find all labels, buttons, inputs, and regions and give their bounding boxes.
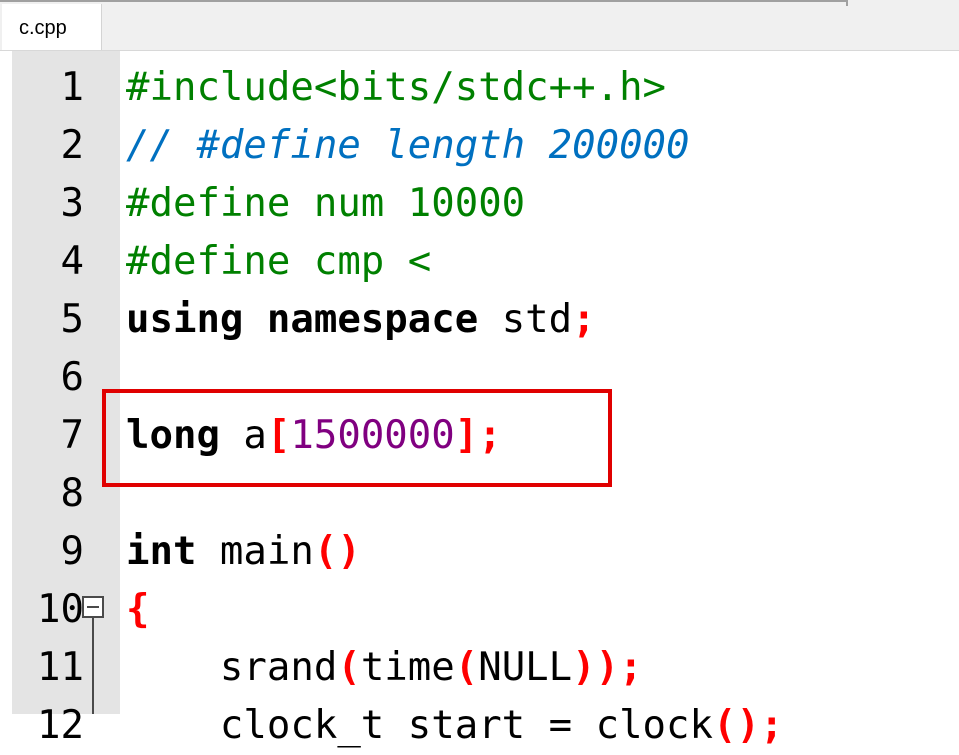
line-number: 12 — [37, 703, 84, 748]
code-token: clock_t start = clock — [126, 703, 713, 748]
code-token: ( — [454, 645, 479, 690]
code-token: NULL — [478, 645, 573, 690]
line-number: 7 — [60, 413, 84, 458]
code-line: { — [126, 581, 149, 639]
code-token: ; — [572, 297, 596, 342]
fold-range-line — [92, 618, 94, 714]
line-number: 6 — [60, 355, 84, 400]
line-number: 10 — [37, 587, 84, 632]
code-token: (); — [713, 703, 784, 748]
tab-c-cpp[interactable]: c.cpp — [2, 4, 102, 50]
line-number: 3 — [60, 181, 84, 226]
code-line: clock_t start = clock(); — [126, 697, 784, 755]
code-line: // #define length 200000 — [126, 117, 690, 175]
code-line: #define cmp < — [126, 233, 431, 291]
line-number: 5 — [60, 297, 84, 342]
code-token: using — [126, 297, 244, 342]
code-token: )); — [572, 645, 643, 690]
tab-label: c.cpp — [19, 17, 67, 39]
tab-bar-border-end — [846, 0, 848, 6]
code-line: srand(time(NULL)); — [126, 639, 643, 697]
code-line: #define num 10000 — [126, 175, 525, 233]
code-token: // #define length 200000 — [126, 123, 690, 168]
code-token: std — [478, 297, 573, 342]
code-line: using namespace std; — [126, 291, 596, 349]
code-token: ( — [337, 645, 361, 690]
code-token: time — [360, 645, 455, 690]
code-line: int main() — [126, 523, 361, 581]
fold-collapse-icon[interactable] — [82, 596, 104, 618]
line-number: 2 — [60, 123, 84, 168]
line-number: 9 — [60, 529, 84, 574]
code-token: #define num 10000 — [126, 181, 526, 226]
code-token: srand — [126, 645, 338, 690]
code-token: () — [313, 529, 361, 574]
tab-bar: c.cpp — [0, 0, 959, 51]
tab-bar-border — [0, 0, 848, 2]
code-token: #include<bits/stdc++.h> — [126, 65, 667, 110]
code-token: int — [126, 529, 197, 574]
code-line: #include<bits/stdc++.h> — [126, 59, 666, 117]
line-number: 4 — [60, 239, 84, 284]
line-number: 8 — [60, 471, 84, 516]
highlight-box — [102, 389, 612, 487]
code-token: main — [196, 529, 314, 574]
code-token: #define cmp < — [126, 239, 432, 284]
line-number-gutter: 1 2 3 4 5 6 7 8 9 10 11 12 — [12, 51, 120, 748]
line-number: 1 — [60, 65, 84, 110]
code-token: { — [126, 587, 150, 632]
code-token: namespace — [266, 297, 479, 342]
line-number: 11 — [37, 645, 84, 690]
code-editor[interactable]: 1 2 3 4 5 6 7 8 9 10 11 12 #include<bits/stdc++.h> /… — [0, 51, 959, 748]
